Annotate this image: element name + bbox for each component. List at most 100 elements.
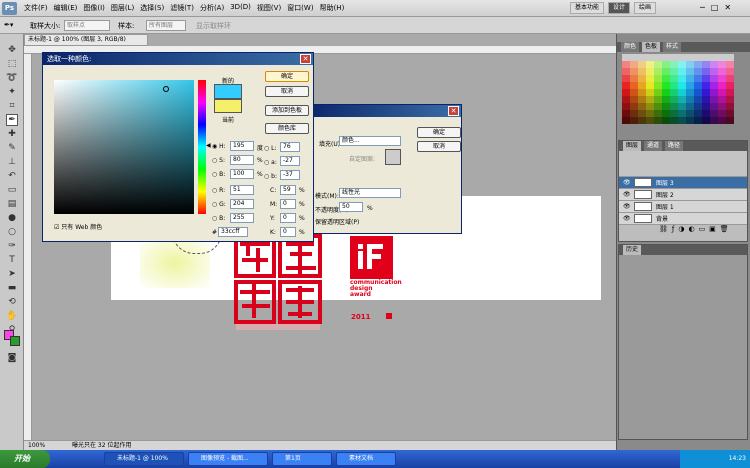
swatch-cell[interactable] [686,110,694,117]
swatch-cell[interactable] [710,110,718,117]
swatch-cell[interactable] [638,89,646,96]
add-to-swatches-button[interactable]: 添加到色板 [265,105,309,116]
swatch-cell[interactable] [662,68,670,75]
menu-window[interactable]: 窗口(W) [287,3,313,13]
close-icon[interactable]: ✕ [448,106,459,116]
swatch-cell[interactable] [630,54,638,61]
color-libraries-button[interactable]: 颜色库 [265,123,309,134]
swatch-cell[interactable] [678,96,686,103]
cancel-button[interactable]: 取消 [417,141,461,152]
shape-tool-icon[interactable]: ▬ [6,282,18,294]
lab-b-radio[interactable]: ○ b: [264,173,277,180]
swatch-cell[interactable] [702,75,710,82]
color-picker-titlebar[interactable]: 选取一种颜色: ✕ [43,53,313,65]
swatch-cell[interactable] [686,75,694,82]
fill-dialog-titlebar[interactable]: ✕ [305,105,461,117]
swatch-cell[interactable] [630,61,638,68]
menu-filter[interactable]: 滤镜(T) [170,3,194,13]
ok-button[interactable]: 确定 [417,127,461,138]
lab-a-radio[interactable]: ○ a: [264,159,277,166]
swatch-cell[interactable] [646,82,654,89]
layer-row[interactable]: 👁 图层 1 [619,201,747,213]
swatch-cell[interactable] [630,68,638,75]
swatch-cell[interactable] [686,89,694,96]
swatch-cell[interactable] [702,61,710,68]
swatch-cell[interactable] [654,89,662,96]
menu-edit[interactable]: 编辑(E) [54,3,78,13]
swatch-cell[interactable] [622,54,630,61]
swatch-cell[interactable] [694,54,702,61]
cancel-button[interactable]: 取消 [265,86,309,97]
brightness-radio[interactable]: ○ B: [212,171,225,178]
swatch-cell[interactable] [654,96,662,103]
swatch-cell[interactable] [638,103,646,110]
swatch-cell[interactable] [662,96,670,103]
swatch-cell[interactable] [638,117,646,124]
hue-slider-arrow-icon[interactable]: ◀ [206,142,211,149]
workspace-basic-button[interactable]: 基本功能 [570,2,605,14]
brightness-input[interactable]: 100 [230,169,254,179]
swatch-cell[interactable] [710,89,718,96]
layer-row[interactable]: 👁 图层 3 [619,177,747,189]
background-color-swatch[interactable] [10,336,20,346]
swatch-cell[interactable] [726,103,734,110]
blur-tool-icon[interactable]: ● [6,212,18,224]
lab-a-input[interactable]: -27 [280,156,300,166]
hue-slider[interactable] [198,80,206,214]
swatch-cell[interactable] [638,110,646,117]
lab-l-radio[interactable]: ○ L: [264,145,277,152]
layer-row[interactable]: 👁 背景 [619,213,747,225]
swatch-cell[interactable] [638,75,646,82]
sample-select[interactable]: 所有图层 [146,20,186,31]
swatch-cell[interactable] [654,68,662,75]
red-radio[interactable]: ○ R: [212,187,225,194]
marquee-tool-icon[interactable]: ⬚ [6,58,18,70]
eyedropper-tool-icon[interactable]: ✒▾ [4,21,13,29]
color-field[interactable] [54,80,194,214]
gradient-tool-icon[interactable]: ▤ [6,198,18,210]
swatch-cell[interactable] [694,75,702,82]
swatch-cell[interactable] [630,82,638,89]
cmyk-m-input[interactable]: 0 [280,199,296,209]
swatch-cell[interactable] [662,117,670,124]
swatch-cell[interactable] [718,110,726,117]
saturation-input[interactable]: 80 [230,155,254,165]
swatch-cell[interactable] [678,110,686,117]
swatch-cell[interactable] [710,75,718,82]
swatch-cell[interactable] [678,89,686,96]
swatch-cell[interactable] [654,82,662,89]
swatch-cell[interactable] [646,96,654,103]
swatch-cell[interactable] [686,54,694,61]
hue-input[interactable]: 195 [230,141,254,151]
web-colors-only-checkbox[interactable]: ☑ 只有 Web 颜色 [54,222,102,231]
menu-image[interactable]: 图像(I) [83,3,105,13]
swatch-cell[interactable] [726,117,734,124]
swatch-cell[interactable] [654,103,662,110]
menu-view[interactable]: 视图(V) [257,3,281,13]
swatch-cell[interactable] [710,82,718,89]
swatch-cell[interactable] [646,61,654,68]
swatch-cell[interactable] [638,82,646,89]
swatch-cell[interactable] [702,96,710,103]
type-tool-icon[interactable]: T [6,254,18,266]
cmyk-k-input[interactable]: 0 [280,227,296,237]
dodge-tool-icon[interactable]: ○ [6,226,18,238]
green-radio[interactable]: ○ G: [212,201,226,208]
swatch-cell[interactable] [646,54,654,61]
eyedropper-tool-icon[interactable]: ✒ [6,114,18,126]
swatch-cell[interactable] [670,96,678,103]
hue-radio[interactable]: ◉ H: [212,143,226,150]
ok-button[interactable]: 确定 [265,71,309,82]
layer-actions-bar[interactable]: ⛓ƒ◑◐▭▣🗑 [619,225,747,235]
fill-select[interactable]: 颜色... [339,136,401,146]
swatch-cell[interactable] [678,75,686,82]
swatch-cell[interactable] [702,82,710,89]
swatch-cell[interactable] [694,96,702,103]
swatch-cell[interactable] [710,68,718,75]
swatch-cell[interactable] [726,89,734,96]
document-tab[interactable]: 未标题-1 @ 100% (图层 3, RGB/8) [24,34,148,46]
tab-swatches[interactable]: 色板 [642,42,661,52]
eye-icon[interactable]: 👁 [623,215,631,222]
swatch-cell[interactable] [662,103,670,110]
swatch-cell[interactable] [646,117,654,124]
